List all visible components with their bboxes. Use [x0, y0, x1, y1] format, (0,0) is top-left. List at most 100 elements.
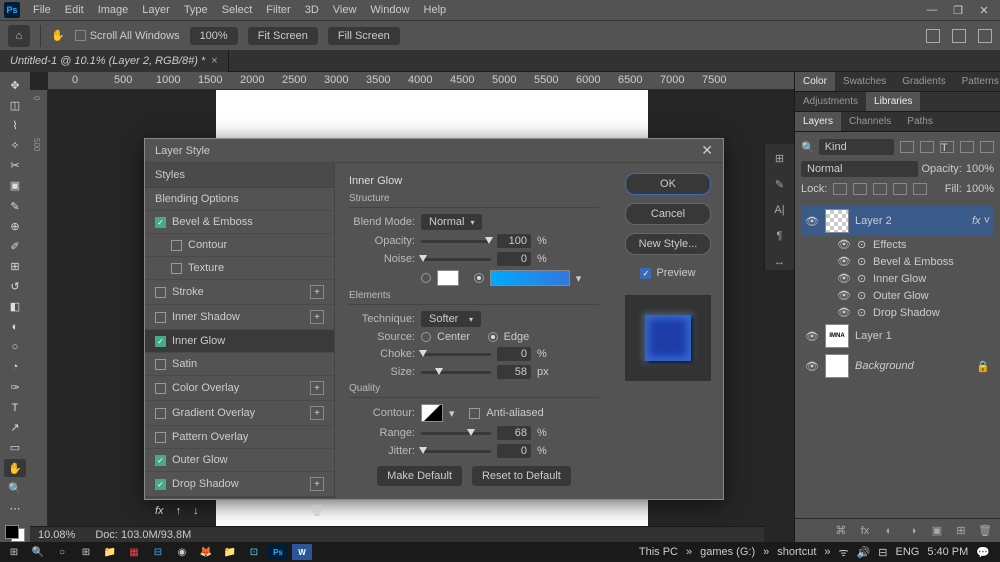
crop-tool-icon[interactable]: ✂ [4, 157, 26, 175]
style-checkbox[interactable]: ✓ [155, 455, 166, 466]
layer-thumbnail[interactable]: IMNA [825, 324, 849, 348]
tray-text[interactable]: This PC [639, 546, 678, 558]
layer-row[interactable]: 👁 Layer 2 fx ˅ [801, 206, 994, 236]
workspace-icon[interactable] [952, 29, 966, 43]
layer-kind-filter[interactable]: Kind [819, 139, 894, 155]
lock-icon[interactable] [893, 183, 907, 195]
add-instance-icon[interactable]: + [310, 477, 324, 491]
hand-tool-icon[interactable]: ✋ [51, 29, 65, 42]
color-swatches[interactable] [5, 525, 25, 542]
window-minimize-icon[interactable]: — [926, 4, 938, 17]
opacity-value[interactable]: 100% [966, 163, 994, 175]
opacity-input[interactable]: 100 [497, 234, 531, 248]
tab-channels[interactable]: Channels [841, 112, 899, 131]
search-icon[interactable]: 🔍 [28, 544, 48, 560]
link-layers-icon[interactable]: ⌘ [834, 524, 848, 538]
panel-icon[interactable]: ¶ [772, 228, 788, 244]
menu-filter[interactable]: Filter [259, 0, 297, 20]
choke-input[interactable]: 0 [497, 347, 531, 361]
menu-window[interactable]: Window [363, 0, 416, 20]
shape-tool-icon[interactable]: ▭ [4, 439, 26, 457]
zoom-tool-icon[interactable]: 🔍 [4, 479, 26, 497]
gradient-picker[interactable] [490, 270, 570, 286]
opacity-slider[interactable] [421, 240, 491, 243]
fit-screen-button[interactable]: Fit Screen [248, 27, 318, 45]
word-icon[interactable]: W [292, 544, 312, 560]
style-checkbox[interactable]: ✓ [155, 479, 166, 490]
layer-name[interactable]: Layer 1 [855, 330, 892, 342]
fill-screen-button[interactable]: Fill Screen [328, 27, 400, 45]
add-instance-icon[interactable]: + [310, 310, 324, 324]
preview-checkbox[interactable]: ✓Preview [640, 267, 695, 279]
effect-item[interactable]: 👁⊙Outer Glow [801, 287, 994, 304]
layer-row[interactable]: 👁 Background 🔒 [801, 351, 994, 381]
menu-type[interactable]: Type [177, 0, 215, 20]
hand-tool-icon[interactable]: ✋ [4, 459, 26, 477]
explorer-icon[interactable]: 📁 [220, 544, 240, 560]
filter-icon[interactable] [900, 141, 914, 153]
effect-item[interactable]: 👁⊙Bevel & Emboss [801, 253, 994, 270]
marquee-tool-icon[interactable]: ◫ [4, 96, 26, 114]
style-checkbox[interactable] [155, 312, 166, 323]
lock-icon[interactable] [833, 183, 847, 195]
layer-row[interactable]: 👁 IMNA Layer 1 [801, 321, 994, 351]
adjustment-icon[interactable]: ◑ [906, 524, 920, 538]
edit-toolbar-icon[interactable]: ⋯ [4, 499, 26, 517]
tab-gradients[interactable]: Gradients [894, 72, 953, 91]
fx-icon[interactable]: fx [858, 524, 872, 538]
app-icon[interactable]: ⊟ [148, 544, 168, 560]
document-tab[interactable]: Untitled-1 @ 10.1% (Layer 2, RGB/8#) *× [0, 50, 229, 72]
filter-icon[interactable]: T [940, 141, 954, 153]
language-indicator[interactable]: ENG [895, 546, 919, 558]
make-default-button[interactable]: Make Default [377, 466, 462, 486]
filter-icon[interactable] [980, 141, 994, 153]
tray-text[interactable]: games (G:) [700, 546, 755, 558]
style-checkbox[interactable] [171, 240, 182, 251]
share-icon[interactable] [978, 29, 992, 43]
gradient-tool-icon[interactable]: ◐ [4, 318, 26, 336]
filter-icon[interactable] [920, 141, 934, 153]
menu-file[interactable]: File [26, 0, 58, 20]
style-item[interactable]: Inner Shadow+ [145, 305, 334, 330]
path-tool-icon[interactable]: ↗ [4, 419, 26, 437]
panel-icon[interactable]: A| [772, 202, 788, 218]
blend-mode-select[interactable]: Normal [801, 161, 918, 177]
visibility-icon[interactable]: 👁 [805, 360, 819, 373]
new-style-button[interactable]: New Style... [625, 233, 711, 255]
color-picker[interactable] [437, 270, 459, 286]
fill-value[interactable]: 100% [966, 183, 994, 195]
effect-item[interactable]: 👁⊙Inner Glow [801, 270, 994, 287]
tab-libraries[interactable]: Libraries [866, 92, 920, 111]
dodge-tool-icon[interactable]: ◔ [4, 358, 26, 376]
frame-tool-icon[interactable]: ▣ [4, 177, 26, 195]
blur-tool-icon[interactable]: ○ [4, 338, 26, 356]
start-icon[interactable]: ⊞ [4, 544, 24, 560]
menu-image[interactable]: Image [91, 0, 136, 20]
effects-header[interactable]: 👁⊙Effects [801, 236, 994, 253]
filter-icon[interactable] [960, 141, 974, 153]
lock-icon[interactable] [913, 183, 927, 195]
dialog-titlebar[interactable]: Layer Style ✕ [145, 139, 723, 163]
tab-adjustments[interactable]: Adjustments [795, 92, 866, 111]
heal-tool-icon[interactable]: ⊕ [4, 217, 26, 235]
layer-name[interactable]: Layer 2 [855, 215, 892, 227]
style-item[interactable]: Texture [145, 257, 334, 280]
style-item[interactable]: ✓Inner Glow [145, 330, 334, 353]
group-icon[interactable]: ▣ [930, 524, 944, 538]
lasso-tool-icon[interactable]: ⌇ [4, 116, 26, 134]
menu-layer[interactable]: Layer [135, 0, 177, 20]
range-slider[interactable] [421, 432, 491, 435]
tray-icon[interactable]: ⊟ [878, 546, 887, 559]
reset-default-button[interactable]: Reset to Default [472, 466, 571, 486]
layer-thumbnail[interactable] [825, 354, 849, 378]
move-tool-icon[interactable]: ✥ [4, 76, 26, 94]
panel-icon[interactable]: ✎ [772, 176, 788, 192]
panel-icon[interactable]: ↔ [772, 254, 788, 270]
eyedropper-tool-icon[interactable]: ✎ [4, 197, 26, 215]
gradient-radio[interactable] [474, 273, 484, 283]
style-item[interactable]: ✓Outer Glow [145, 449, 334, 472]
style-item[interactable]: Pattern Overlay [145, 426, 334, 449]
zoom-status[interactable]: 10.08% [38, 529, 75, 541]
anti-aliased-checkbox[interactable] [469, 408, 480, 419]
brush-tool-icon[interactable]: ✐ [4, 237, 26, 255]
